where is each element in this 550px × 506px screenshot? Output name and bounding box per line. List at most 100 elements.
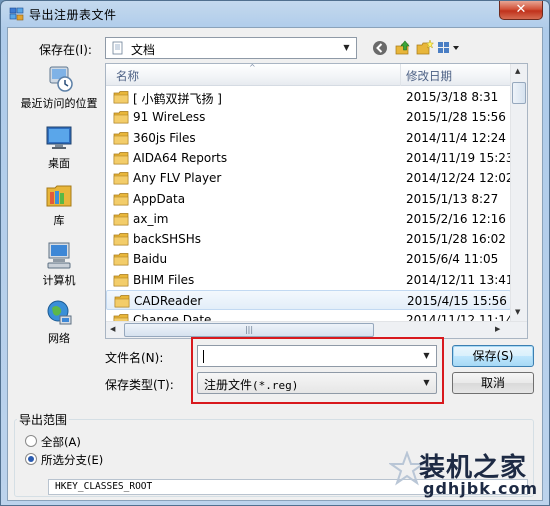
- file-name: Any FLV Player: [133, 171, 222, 186]
- file-name: 360js Files: [133, 130, 196, 145]
- folder-icon: [113, 91, 129, 104]
- folder-icon: [113, 131, 129, 144]
- documents-folder-icon: [112, 41, 123, 55]
- scroll-right-icon[interactable]: ▶: [495, 325, 500, 333]
- scroll-left-icon[interactable]: ◀: [110, 325, 115, 333]
- up-folder-icon[interactable]: [394, 39, 412, 57]
- folder-icon: [113, 152, 129, 165]
- export-registry-dialog: 导出注册表文件 ✕ 保存在(I): 文档 ▼ 最近访问的位置 桌面 库 计算机 …: [0, 0, 550, 506]
- file-list[interactable]: 名称 ^ 修改日期 [ 小鹤双拼飞扬 ] 2015/3/18 8:31 91 Wir…: [105, 63, 528, 339]
- radio-all-label[interactable]: 全部(A): [41, 434, 81, 450]
- chevron-down-icon[interactable]: ▼: [339, 40, 354, 56]
- save-button[interactable]: 保存(S): [452, 345, 534, 367]
- place-computer[interactable]: 计算机: [13, 240, 105, 288]
- file-row[interactable]: [ 小鹤双拼飞扬 ] 2015/3/18 8:31: [106, 87, 511, 107]
- file-date: 2015/1/28 16:02: [406, 232, 506, 247]
- place-libraries[interactable]: 库: [13, 180, 105, 228]
- folder-icon: [113, 233, 129, 246]
- close-button[interactable]: ✕: [499, 1, 543, 20]
- title-bar[interactable]: 导出注册表文件 ✕: [1, 1, 549, 27]
- file-name: BHIM Files: [133, 272, 195, 287]
- branch-path-field[interactable]: HKEY_CLASSES_ROOT: [48, 479, 528, 495]
- horizontal-scroll-thumb[interactable]: |||: [124, 323, 374, 337]
- file-date: 2014/11/19 15:23: [406, 150, 514, 165]
- file-name: [ 小鹤双拼飞扬 ]: [133, 92, 222, 106]
- file-date: 2015/1/28 15:56: [406, 110, 506, 125]
- place-label: 库: [53, 214, 65, 227]
- file-date: 2015/3/18 8:31: [406, 90, 499, 104]
- file-row[interactable]: CADReader 2015/4/15 15:56: [106, 290, 511, 310]
- place-label: 网络: [48, 332, 70, 345]
- save-in-combo[interactable]: 文档 ▼: [105, 37, 357, 59]
- network-icon: [47, 300, 72, 325]
- file-name: AppData: [133, 191, 186, 206]
- file-date: 2015/1/13 8:27: [406, 191, 499, 206]
- file-date: 2015/4/15 15:56: [407, 294, 507, 308]
- file-name: ax_im: [133, 211, 169, 226]
- window-title: 导出注册表文件: [29, 8, 117, 22]
- folder-icon: [114, 295, 130, 308]
- libraries-icon: [46, 185, 72, 207]
- file-name: backSHSHs: [133, 232, 202, 247]
- dialog-body: 保存在(I): 文档 ▼ 最近访问的位置 桌面 库 计算机 网络 名称 ^ 修改…: [7, 27, 543, 501]
- horizontal-scrollbar[interactable]: ◀ ||| ▶: [106, 321, 527, 338]
- file-row[interactable]: Any FLV Player 2014/12/24 12:02: [106, 168, 514, 188]
- export-range-group: 导出范围 全部(A) 所选分支(E) HKEY_CLASSES_ROOT: [8, 411, 542, 500]
- save-in-label: 保存在(I):: [39, 43, 92, 57]
- file-row[interactable]: Baidu 2015/6/4 11:05: [106, 249, 511, 269]
- vertical-scrollbar[interactable]: ▲ ▼: [510, 64, 527, 322]
- place-desktop[interactable]: 桌面: [13, 123, 105, 171]
- filetype-label: 保存类型(T):: [105, 378, 174, 392]
- file-name: Baidu: [133, 252, 168, 267]
- folder-icon: [113, 192, 129, 205]
- file-date: 2015/6/4 11:05: [406, 252, 499, 267]
- place-network[interactable]: 网络: [13, 298, 105, 346]
- view-menu-icon[interactable]: [436, 39, 462, 57]
- radio-all[interactable]: [25, 435, 37, 447]
- radio-selected-branch-label[interactable]: 所选分支(E): [41, 452, 103, 468]
- folder-icon: [113, 273, 129, 287]
- file-row[interactable]: 91 WireLess 2015/1/28 15:56: [106, 107, 511, 127]
- file-row[interactable]: ax_im 2015/2/16 12:16: [106, 209, 511, 229]
- column-header-date[interactable]: 修改日期: [406, 68, 452, 84]
- list-header: 名称 ^ 修改日期: [106, 64, 511, 86]
- file-row[interactable]: 360js Files 2014/11/4 12:24: [106, 128, 511, 148]
- scroll-down-icon[interactable]: ▼: [515, 308, 520, 316]
- filename-label: 文件名(N):: [105, 351, 164, 365]
- place-label: 计算机: [42, 274, 76, 287]
- place-recent[interactable]: 最近访问的位置: [13, 63, 105, 111]
- folder-icon: [113, 111, 129, 124]
- places-bar: 最近访问的位置 桌面 库 计算机 网络: [13, 63, 105, 361]
- scroll-up-icon[interactable]: ▲: [515, 67, 520, 75]
- file-name: AIDA64 Reports: [133, 150, 228, 165]
- place-label: 最近访问的位置: [20, 97, 98, 110]
- file-row[interactable]: AppData 2015/1/13 8:27: [106, 189, 511, 209]
- column-header-name[interactable]: 名称: [116, 68, 139, 84]
- recent-places-icon: [49, 66, 73, 92]
- file-row[interactable]: BHIM Files 2014/12/11 13:41: [106, 270, 514, 290]
- highlight-annotation: [191, 337, 444, 404]
- regedit-icon: [9, 7, 24, 21]
- save-in-value: 文档: [131, 43, 156, 57]
- radio-selected-branch[interactable]: [25, 453, 37, 465]
- folder-icon: [113, 212, 129, 226]
- folder-icon: [113, 172, 129, 185]
- cancel-button[interactable]: 取消: [452, 372, 534, 394]
- file-row[interactable]: backSHSHs 2015/1/28 16:02: [106, 229, 511, 249]
- desktop-icon: [46, 126, 72, 149]
- computer-icon: [47, 242, 71, 269]
- file-date: 2014/12/11 13:41: [406, 272, 514, 287]
- file-date: 2014/11/4 12:24: [406, 130, 506, 145]
- back-arrow-icon[interactable]: [371, 39, 389, 57]
- export-range-title: 导出范围: [17, 411, 70, 428]
- place-label: 桌面: [48, 157, 70, 170]
- folder-icon: [113, 253, 129, 266]
- file-date: 2015/2/16 12:16: [406, 211, 506, 226]
- vertical-scroll-thumb[interactable]: [512, 82, 526, 104]
- file-row[interactable]: AIDA64 Reports 2014/11/19 15:23: [106, 148, 514, 168]
- file-name: CADReader: [134, 294, 203, 308]
- column-separator[interactable]: [400, 64, 401, 86]
- new-folder-icon[interactable]: [416, 39, 434, 57]
- file-date: 2014/12/24 12:02: [406, 171, 514, 186]
- file-name: 91 WireLess: [133, 110, 206, 125]
